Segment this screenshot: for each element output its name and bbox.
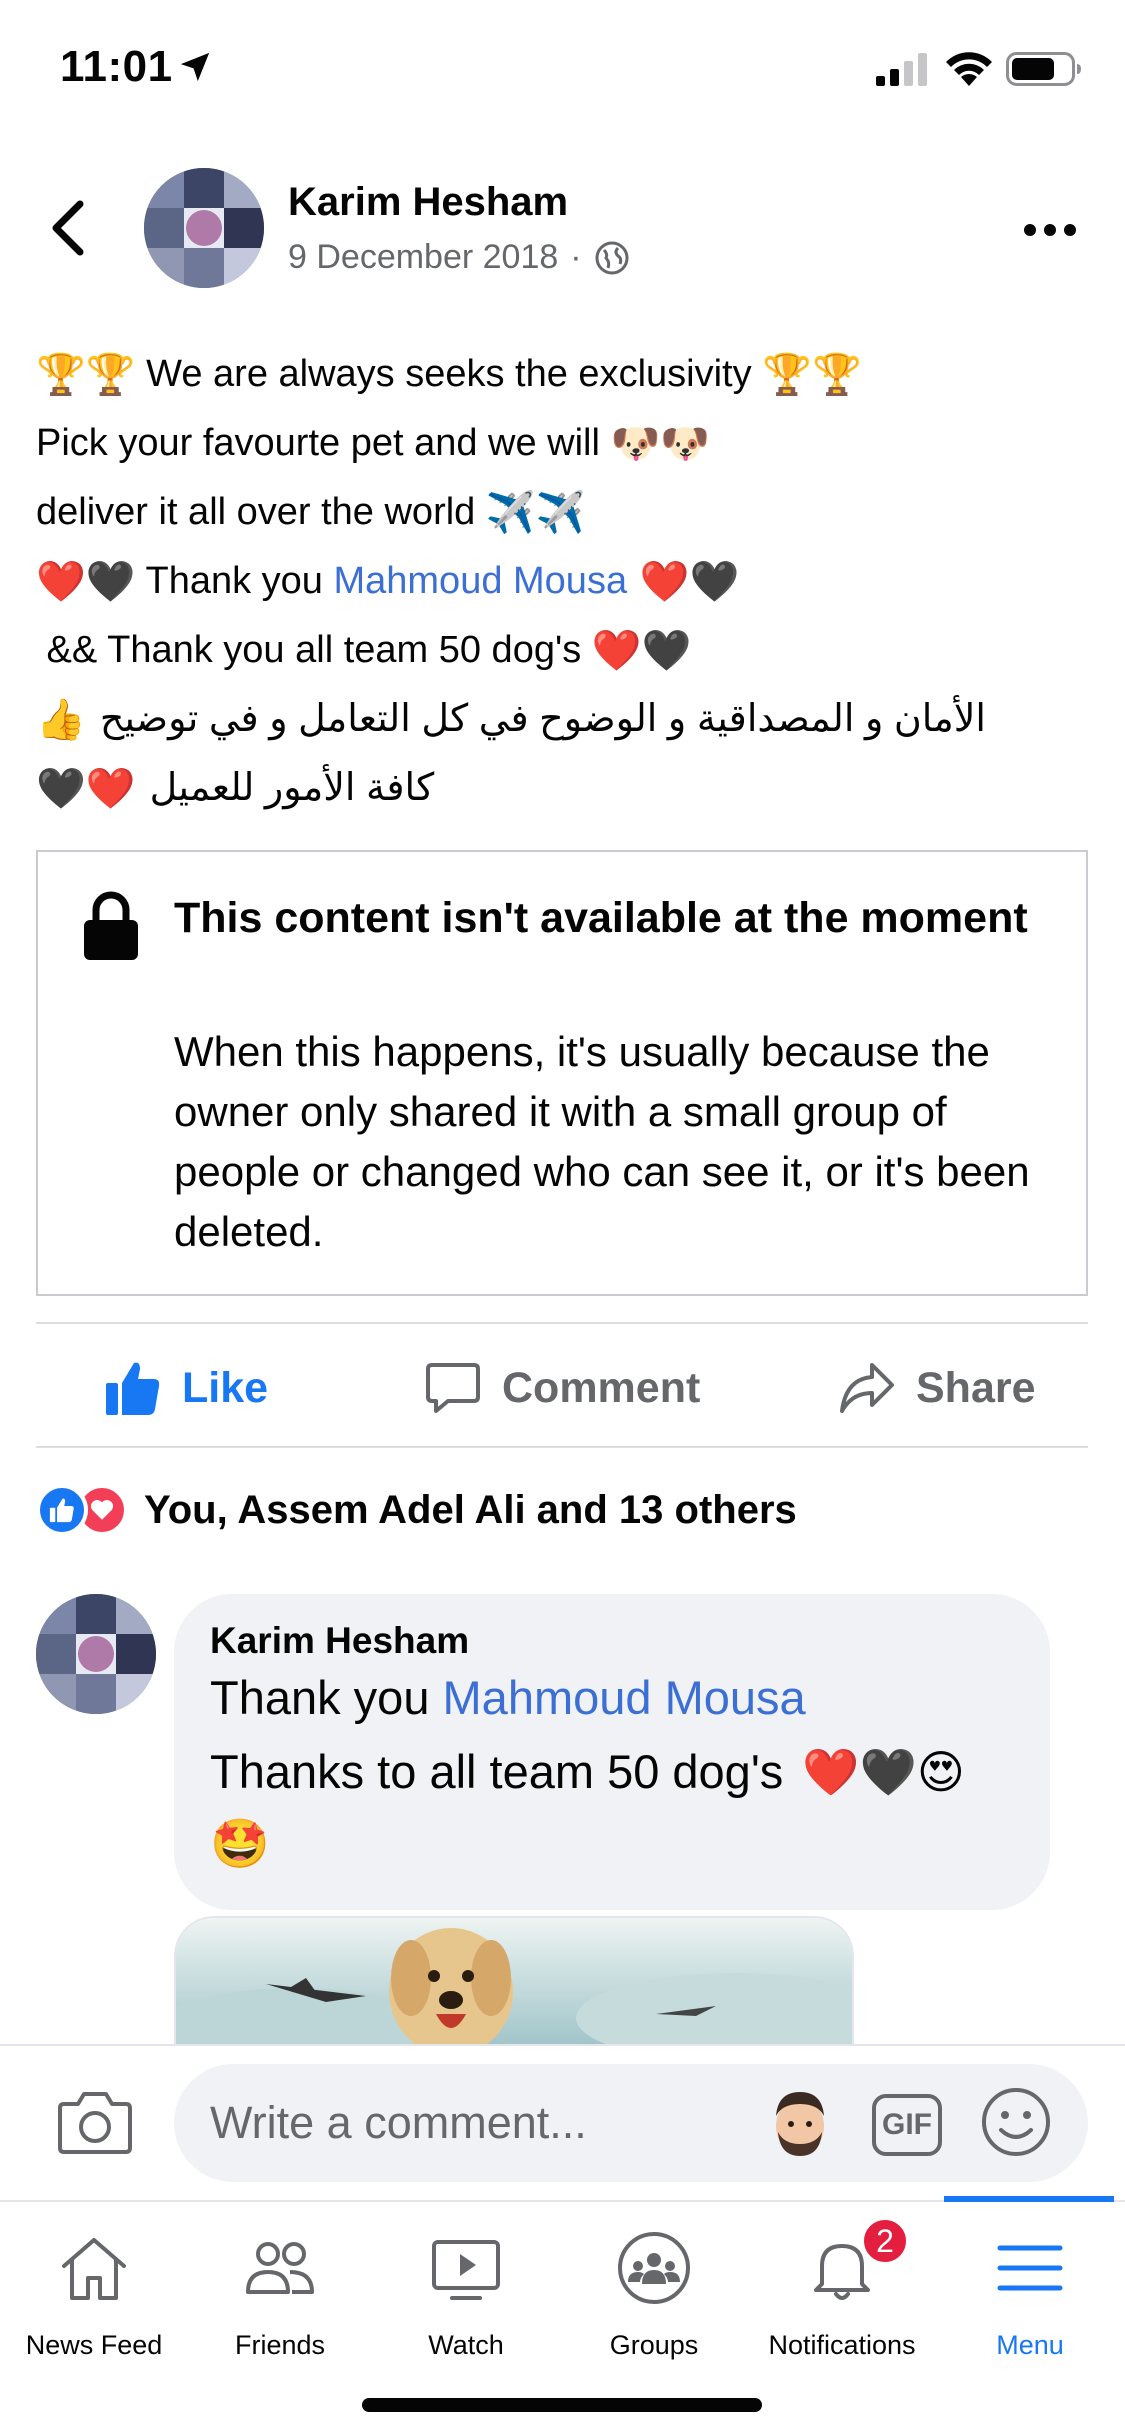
reactions-text: You, Assem Adel Ali and 13 others — [144, 1487, 797, 1532]
post-date[interactable]: 9 December 2018 — [288, 238, 558, 277]
tab-label: Notifications — [768, 2330, 916, 2360]
tab-menu[interactable]: Menu — [936, 2202, 1124, 2382]
post-line: deliver it all over the world ✈️✈️ — [36, 478, 1096, 547]
comment-input[interactable] — [174, 2064, 1088, 2182]
mention-link[interactable]: Mahmoud Mousa — [333, 547, 627, 616]
hearts-emoji: ❤️🖤 — [627, 558, 740, 605]
share-button[interactable]: Share — [838, 1352, 1036, 1424]
home-indicator — [362, 2398, 762, 2412]
hearts-heart-eyes-emoji: ❤️🖤😍 — [802, 1744, 965, 1799]
meta-separator: · — [570, 238, 582, 276]
unavailable-body: When this happens, it's usually because … — [174, 1028, 1030, 1255]
status-time: 11:01 — [60, 42, 173, 91]
hearts-emoji: ❤️🖤 — [36, 558, 136, 605]
tab-groups[interactable]: Groups — [560, 2202, 748, 2382]
more-options-button[interactable] — [1020, 210, 1080, 250]
watch-icon — [432, 2240, 500, 2300]
tab-label: Watch — [428, 2330, 504, 2360]
share-label: Share — [916, 1363, 1036, 1412]
post-line: Pick your favourte pet and we will 🐶🐶 — [36, 409, 1096, 478]
post-line: && Thank you all team 50 dog's ❤️🖤 — [36, 616, 1096, 685]
avatar-sticker-icon[interactable] — [764, 2086, 836, 2160]
tab-friends[interactable]: Friends — [186, 2202, 374, 2382]
lock-icon — [84, 891, 138, 960]
tab-label: Friends — [234, 2330, 326, 2360]
post-text-segment: && Thank you all team 50 dog's — [36, 629, 592, 671]
wifi-icon — [946, 52, 992, 86]
battery-icon — [1006, 52, 1081, 86]
post-text: 🏆🏆 We are always seeks the exclusivity 🏆… — [36, 340, 1096, 823]
post-line: 🏆🏆 We are always seeks the exclusivity 🏆… — [36, 340, 1096, 409]
like-reaction-icon — [36, 1484, 88, 1536]
comment-composer: GIF — [0, 2044, 1125, 2200]
location-arrow-icon — [180, 52, 210, 82]
comment-attached-image[interactable] — [174, 1916, 854, 2046]
tab-news-feed[interactable]: News Feed — [0, 2202, 188, 2382]
author-avatar[interactable] — [144, 168, 264, 288]
tab-watch[interactable]: Watch — [372, 2202, 560, 2382]
comment-icon — [426, 1363, 480, 1413]
notification-badge: 2 — [860, 2216, 910, 2266]
star-struck-emoji: 🤩 — [210, 1816, 270, 1872]
post-text-segment: deliver it all over the world — [36, 491, 486, 533]
mention-link[interactable]: Mahmoud Mousa — [443, 1671, 806, 1724]
trophy-emoji: 🏆🏆 — [762, 351, 862, 398]
comment-text-segment: Thank you — [210, 1671, 443, 1724]
post-text-segment-arabic: الأمان و المصداقية و الوضوح في كل التعام… — [99, 698, 986, 740]
reactions-summary[interactable]: You, Assem Adel Ali and 13 others — [36, 1480, 797, 1540]
like-label: Like — [182, 1363, 269, 1412]
post-line: ❤️🖤 Thank you Mahmoud Mousa ❤️🖤 — [36, 547, 1096, 616]
commenter-avatar[interactable] — [36, 1594, 156, 1714]
cellular-signal-icon — [876, 53, 927, 86]
friends-icon — [246, 2242, 314, 2294]
trophy-emoji: 🏆🏆 — [36, 351, 136, 398]
emoji-icon[interactable] — [980, 2086, 1052, 2158]
dog-emoji: 🐶🐶 — [610, 420, 711, 467]
post-text-segment: We are always seeks the exclusivity — [135, 353, 763, 395]
thumbs-up-icon — [106, 1362, 160, 1415]
groups-icon — [618, 2232, 690, 2304]
commenter-name[interactable]: Karim Hesham — [210, 1620, 469, 1662]
post-text-segment: Thank you — [135, 560, 334, 602]
home-icon — [62, 2238, 126, 2300]
comment-text-segment: Thanks to all team 50 dog's — [210, 1745, 797, 1798]
hearts-emoji: ❤️🖤 — [591, 627, 692, 674]
divider — [36, 1446, 1088, 1448]
comment-label: Comment — [502, 1363, 701, 1412]
gif-button[interactable]: GIF — [872, 2094, 942, 2156]
airplane-emoji: ✈️✈️ — [485, 489, 586, 536]
divider — [36, 1322, 1088, 1324]
post-author-name[interactable]: Karim Hesham — [288, 180, 568, 225]
thumbs-up-emoji: 👍 — [36, 696, 86, 743]
back-button[interactable] — [44, 196, 94, 260]
tab-notifications[interactable]: 2 Notifications — [748, 2202, 936, 2382]
post-line: كافة الأمور للعميل ❤️🖤 — [36, 754, 1096, 823]
comment-text-line: Thank you Mahmoud Mousa — [210, 1670, 806, 1725]
hearts-emoji: ❤️🖤 — [36, 765, 136, 812]
tab-label: Groups — [609, 2330, 699, 2360]
share-icon — [840, 1363, 894, 1413]
tab-label: Menu — [996, 2330, 1064, 2360]
post-line: الأمان و المصداقية و الوضوح في كل التعام… — [36, 685, 1096, 754]
comment-text-line: 🤩 — [210, 1820, 270, 1868]
camera-icon[interactable] — [56, 2086, 134, 2158]
comment-bubble[interactable]: Karim Hesham Thank you Mahmoud Mousa Tha… — [174, 1594, 1050, 1910]
globe-icon — [595, 241, 629, 274]
post-text-segment-arabic: كافة الأمور للعميل — [149, 767, 435, 809]
comment-button[interactable]: Comment — [424, 1352, 700, 1424]
unavailable-title: This content isn't available at the mome… — [174, 894, 1028, 942]
comment-text-line: Thanks to all team 50 dog's ❤️🖤😍 — [210, 1744, 965, 1799]
unavailable-content-card: This content isn't available at the mome… — [36, 850, 1088, 1296]
status-bar: 11:01 — [0, 0, 1125, 140]
menu-icon — [997, 2245, 1063, 2291]
post-meta: 9 December 2018 · — [288, 238, 630, 277]
like-button[interactable]: Like — [104, 1352, 268, 1424]
post-text-segment: Pick your favourte pet and we will — [36, 422, 611, 464]
tab-label: News Feed — [25, 2330, 163, 2360]
